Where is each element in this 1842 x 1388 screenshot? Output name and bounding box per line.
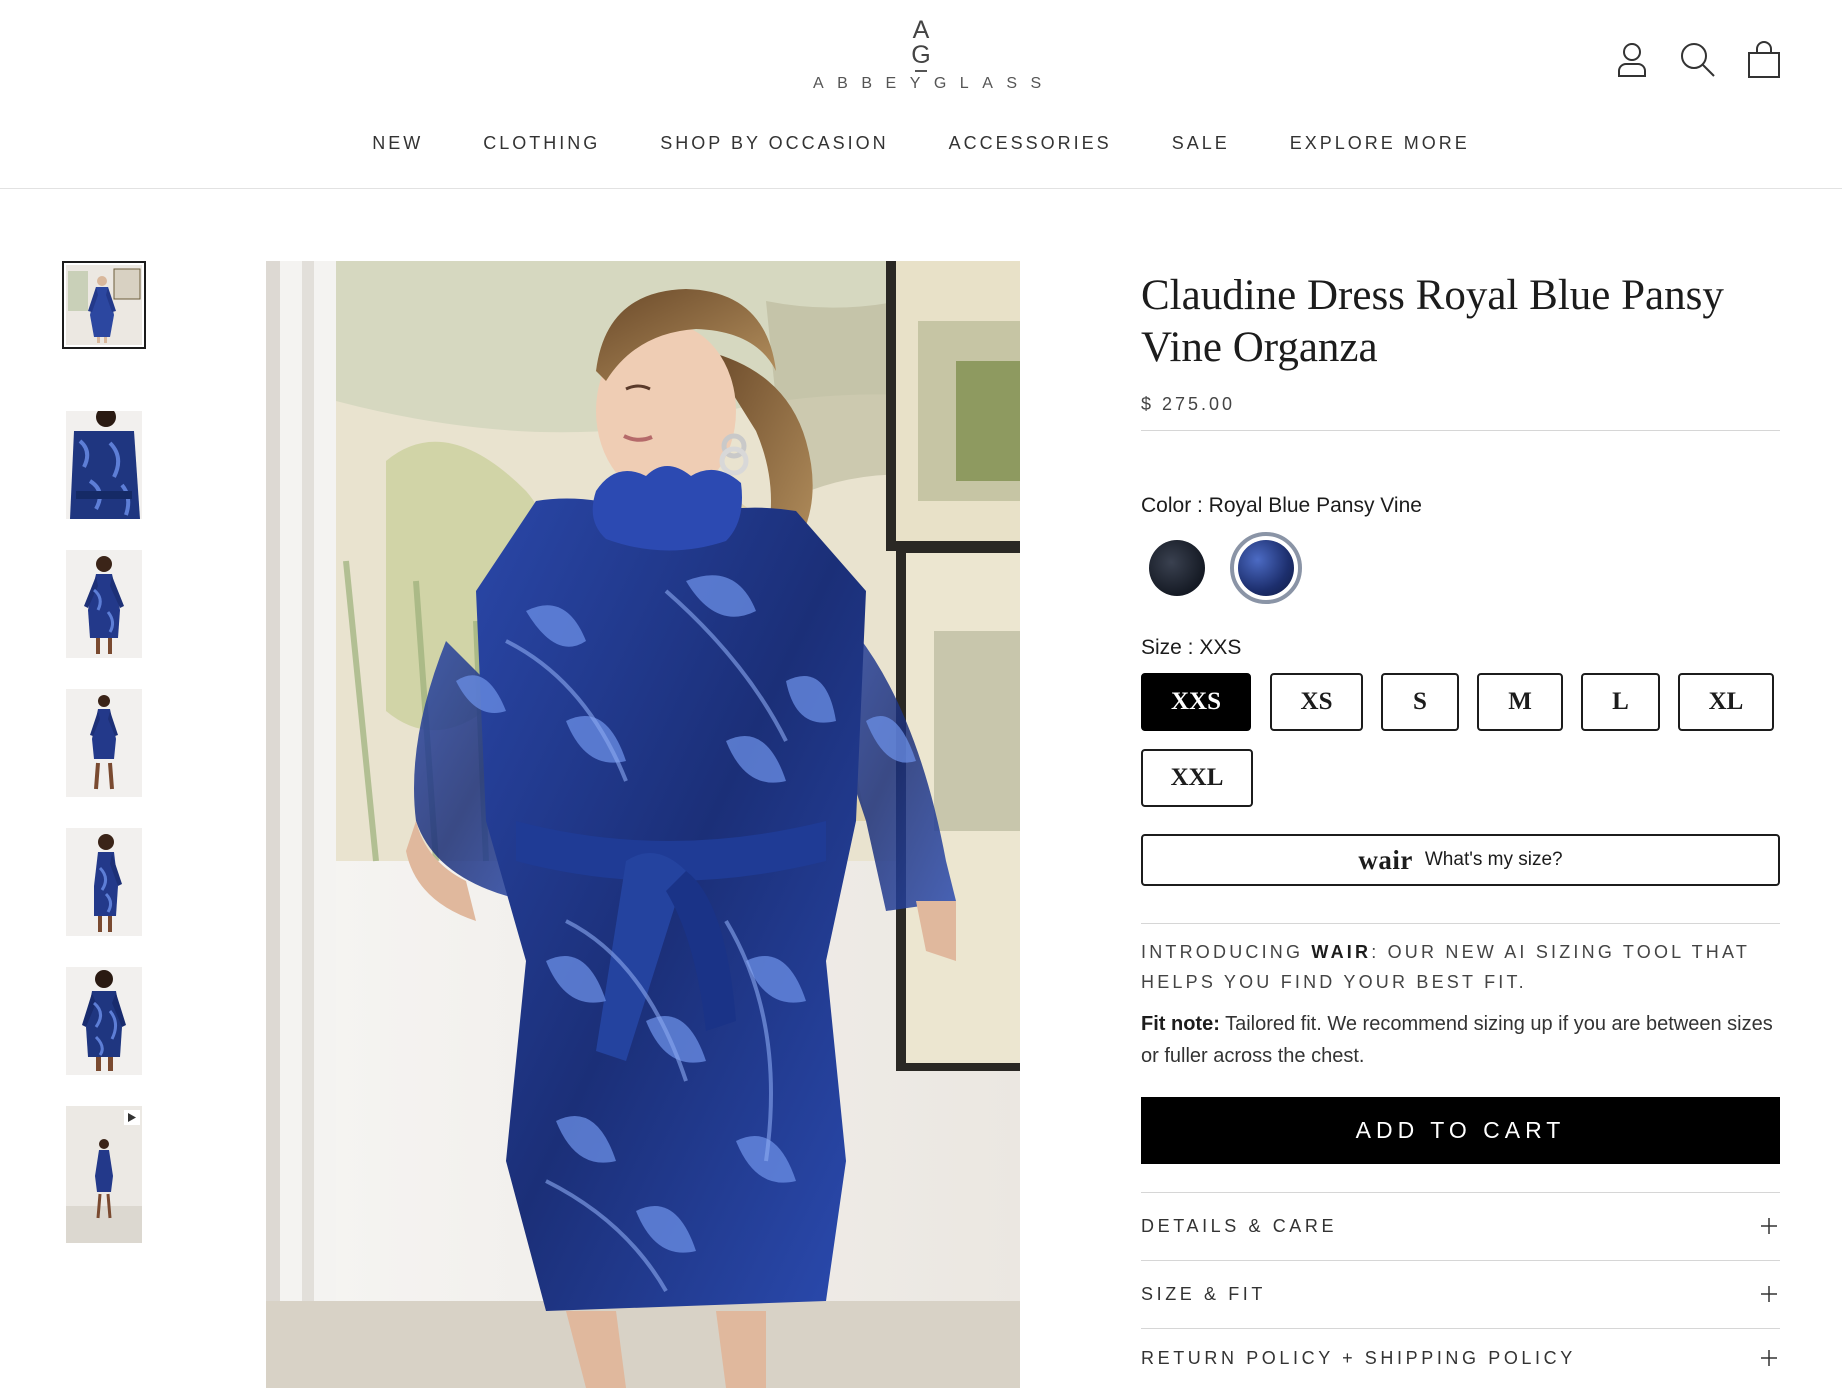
thumbnail-6[interactable] [66, 967, 142, 1075]
size-xl-button[interactable]: XL [1678, 673, 1774, 731]
wair-intro-text: INTRODUCING WAIR: OUR NEW AI SIZING TOOL… [1141, 937, 1780, 997]
fit-note-label: Fit note: [1141, 1013, 1220, 1035]
thumbnail-2[interactable] [66, 411, 142, 519]
size-xxs-button[interactable]: XXS [1141, 673, 1251, 731]
swatch-black[interactable] [1149, 540, 1205, 596]
size-xs-button[interactable]: XS [1270, 673, 1363, 731]
accordion-size-fit[interactable]: SIZE & FIT [1141, 1260, 1780, 1328]
thumbnail-5[interactable] [66, 828, 142, 936]
cart-icon[interactable] [1746, 40, 1782, 80]
wair-logo: wair [1358, 844, 1413, 875]
thumbnail-1[interactable] [62, 261, 146, 349]
swatch-fill [1238, 540, 1294, 596]
intro-brand: WAIR [1311, 942, 1372, 962]
price-divider [1141, 430, 1780, 431]
thumbnail-7-video[interactable] [66, 1106, 142, 1243]
logo-divider [915, 70, 927, 72]
accordion-label: SIZE & FIT [1141, 1284, 1267, 1304]
accordion-return-shipping-policy[interactable]: RETURN POLICY + SHIPPING POLICY [1141, 1328, 1780, 1388]
product-title: Claudine Dress Royal Blue Pansy Vine Org… [1141, 272, 1724, 371]
thumbnail-image [66, 689, 142, 797]
size-m-button[interactable]: M [1477, 673, 1563, 731]
thumbnail-4[interactable] [66, 689, 142, 797]
thumbnail-3[interactable] [66, 550, 142, 658]
thumbnail-image [66, 550, 142, 658]
thumbnail-image [66, 967, 142, 1075]
main-product-image[interactable] [266, 261, 1020, 1388]
wair-size-button[interactable]: wair What's my size? [1141, 834, 1780, 886]
logo-wordmark: ABBEYGLASS [813, 74, 1055, 92]
thumbnail-image [66, 1106, 142, 1243]
plus-icon [1758, 1343, 1780, 1374]
logo-mark-a: A [912, 16, 930, 44]
nav-item-accessories[interactable]: ACCESSORIES [919, 130, 1142, 156]
fit-note-text: Tailored fit. We recommend sizing up if … [1141, 1013, 1773, 1067]
nav-item-explore-more[interactable]: EXPLORE MORE [1260, 130, 1500, 156]
product-info: Claudine Dress Royal Blue Pansy Vine Org… [1141, 270, 1780, 415]
nav-item-sale[interactable]: SALE [1142, 130, 1260, 156]
plus-icon [1758, 1279, 1780, 1310]
plus-icon [1758, 1211, 1780, 1242]
nav-item-new[interactable]: NEW [342, 130, 453, 156]
header-actions [1614, 40, 1782, 80]
thumbnail-image [66, 265, 142, 345]
nav-item-shop-by-occasion[interactable]: SHOP BY OCCASION [630, 130, 918, 156]
swatch-royal-blue-pansy-vine[interactable] [1230, 532, 1302, 604]
site-header: A G ABBEYGLASS NEW CLOTHING SHOP BY OCCA… [0, 0, 1842, 189]
product-price: $ 275.00 [1141, 394, 1236, 414]
logo-mark-g: G [911, 41, 931, 69]
brand-logo[interactable]: A G ABBEYGLASS [800, 18, 1042, 108]
accordion-label: RETURN POLICY + SHIPPING POLICY [1141, 1348, 1576, 1368]
thumbnail-image [66, 411, 142, 519]
color-label: Color : Royal Blue Pansy Vine [1141, 494, 1422, 517]
size-l-button[interactable]: L [1581, 673, 1660, 731]
fit-note: Fit note: Tailored fit. We recommend siz… [1141, 1008, 1780, 1072]
thumbnail-image [66, 828, 142, 936]
main-nav: NEW CLOTHING SHOP BY OCCASION ACCESSORIE… [0, 130, 1842, 156]
size-s-button[interactable]: S [1381, 673, 1459, 731]
wair-divider [1141, 923, 1780, 924]
wair-button-label: What's my size? [1424, 849, 1563, 870]
size-xxl-button[interactable]: XXL [1141, 749, 1253, 807]
search-icon[interactable] [1680, 40, 1716, 80]
nav-item-clothing[interactable]: CLOTHING [453, 130, 630, 156]
size-label: Size : XXS [1141, 636, 1242, 659]
accordion-label: DETAILS & CARE [1141, 1216, 1338, 1236]
intro-prefix: INTRODUCING [1141, 942, 1312, 962]
add-to-cart-button[interactable]: ADD TO CART [1141, 1097, 1780, 1164]
account-icon[interactable] [1614, 40, 1650, 80]
accordion-details-care[interactable]: DETAILS & CARE [1141, 1192, 1780, 1260]
play-icon [124, 1110, 140, 1125]
